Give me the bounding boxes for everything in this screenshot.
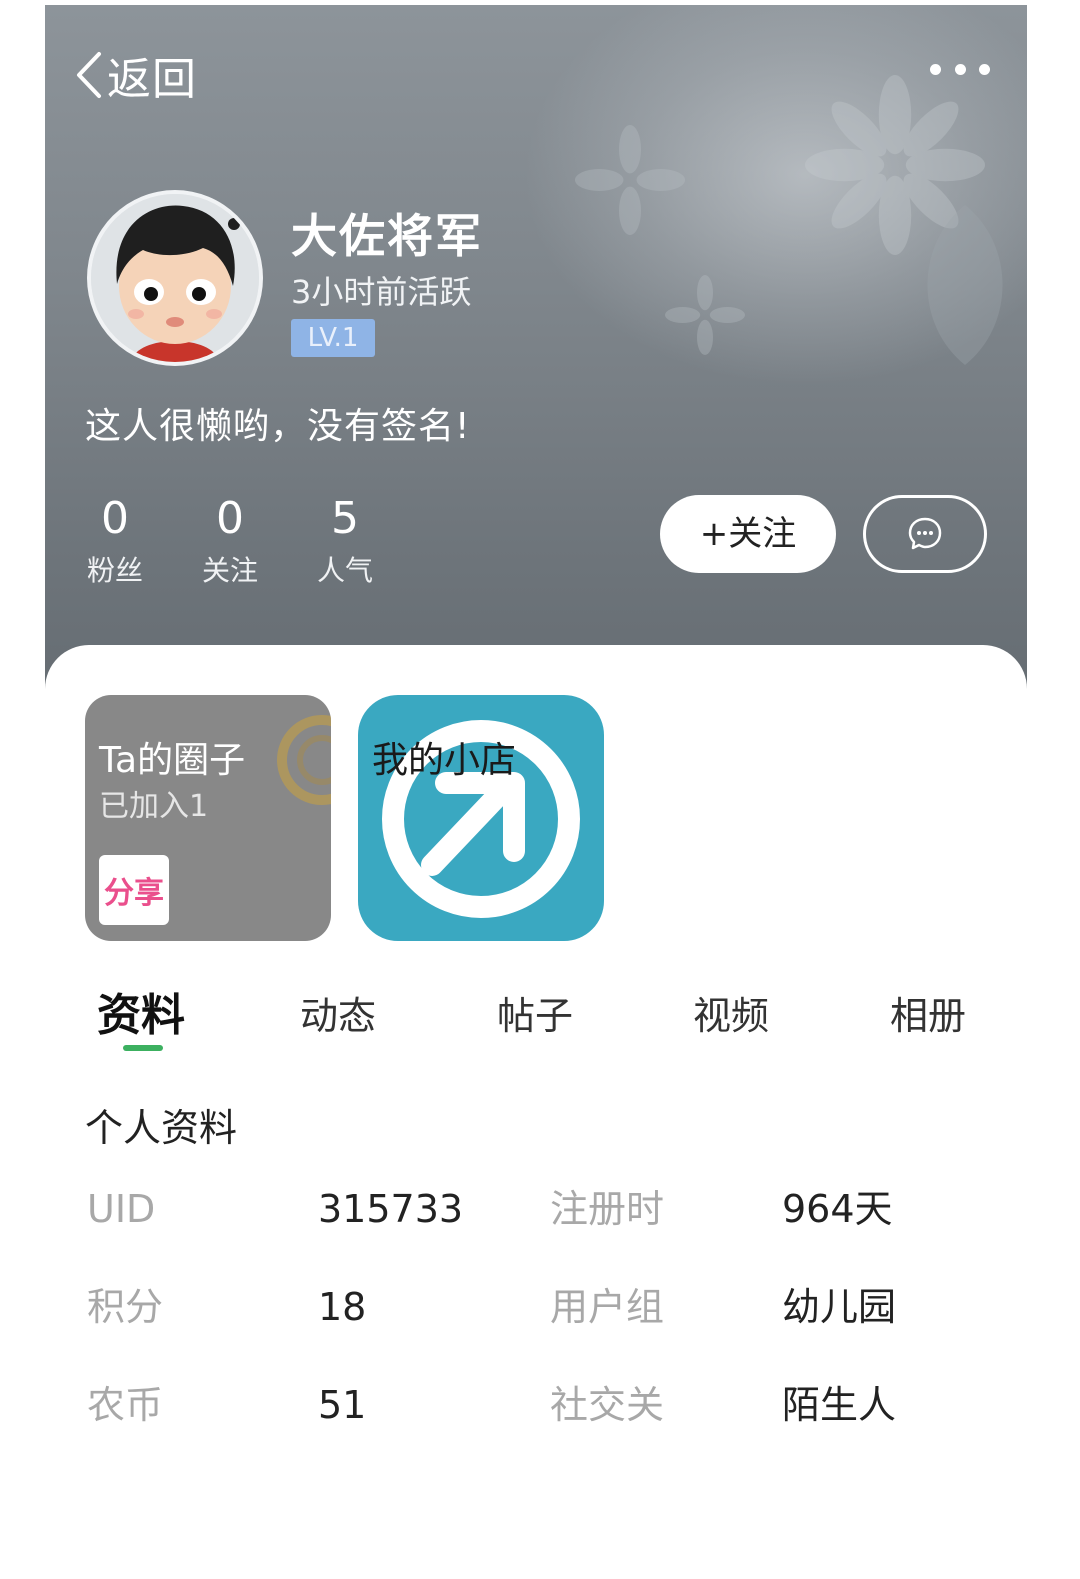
info-row: UID 315733 注册时 964天: [45, 1181, 1027, 1241]
profile-content-card: Ta的圈子 已加入1 分享 我的小店 资料 动态 帖子 视频 相册 个人资料 U…: [45, 645, 1027, 1579]
circle-tile-subtitle: 已加入1: [99, 789, 209, 824]
tab-activity[interactable]: 动态: [300, 985, 376, 1040]
back-label: 返回: [107, 54, 197, 105]
stat-label: 粉丝: [86, 554, 143, 587]
chevron-left-icon: [77, 52, 101, 98]
leaf-decoration-icon: [927, 205, 1003, 365]
profile-tabs: 资料 动态 帖子 视频 相册: [45, 975, 1027, 1055]
cartoon-face-icon: [91, 194, 259, 362]
stat-value: 0: [216, 493, 244, 544]
follow-button[interactable]: +关注: [660, 495, 836, 573]
profile-header: 返回 大佐将军 3小时前活跃 LV.1 这人很懒哟，没有签名! 0 粉丝 0 关…: [45, 5, 1027, 705]
avatar[interactable]: [87, 190, 263, 366]
shop-tile-title: 我的小店: [372, 740, 517, 781]
tab-posts[interactable]: 帖子: [497, 985, 573, 1040]
info-key: 农币: [87, 1383, 164, 1427]
info-key: 积分: [87, 1285, 164, 1329]
info-value: 18: [318, 1285, 367, 1329]
info-value: 315733: [318, 1187, 464, 1231]
share-badge-icon: 分享: [99, 855, 169, 925]
info-key: 注册时: [550, 1187, 665, 1231]
info-key: 用户组: [550, 1285, 665, 1329]
stat-value: 5: [331, 493, 359, 544]
info-key: 社交关: [550, 1383, 665, 1427]
info-key: UID: [87, 1187, 156, 1231]
tab-profile[interactable]: 资料: [97, 979, 185, 1043]
circle-tile[interactable]: Ta的圈子 已加入1 分享: [85, 695, 331, 941]
stat-label: 关注: [201, 554, 258, 587]
tab-videos[interactable]: 视频: [693, 985, 769, 1040]
info-row: 农币 51 社交关 陌生人: [45, 1377, 1027, 1437]
info-value: 51: [318, 1383, 367, 1427]
username: 大佐将军: [291, 209, 483, 263]
message-button[interactable]: [863, 495, 987, 573]
back-button[interactable]: 返回: [71, 43, 197, 107]
signature: 这人很懒哟，没有签名!: [85, 406, 471, 447]
stat-fans[interactable]: 0 粉丝: [75, 493, 155, 589]
info-row: 积分 18 用户组 幼儿园: [45, 1279, 1027, 1339]
stat-popularity[interactable]: 5 人气: [305, 493, 385, 589]
info-value: 陌生人: [782, 1383, 897, 1427]
chat-bubble-icon: [908, 517, 942, 550]
level-badge: LV.1: [291, 319, 375, 357]
info-value: 964天: [782, 1187, 893, 1231]
stat-value: 0: [101, 493, 129, 544]
flower-decoration-icon: [575, 125, 685, 235]
tab-albums[interactable]: 相册: [890, 985, 966, 1040]
flower-decoration-icon: [665, 275, 745, 355]
stat-following[interactable]: 0 关注: [190, 493, 270, 589]
section-title: 个人资料: [85, 1106, 238, 1150]
active-status: 3小时前活跃: [291, 273, 472, 311]
active-tab-indicator: [123, 1045, 163, 1051]
stat-label: 人气: [316, 554, 373, 587]
info-value: 幼儿园: [782, 1285, 897, 1329]
profile-screen: 返回 大佐将军 3小时前活跃 LV.1 这人很懒哟，没有签名! 0 粉丝 0 关…: [45, 5, 1027, 1579]
more-options-icon[interactable]: [930, 57, 990, 81]
circle-tile-title: Ta的圈子: [99, 740, 246, 781]
shop-tile[interactable]: 我的小店: [358, 695, 604, 941]
